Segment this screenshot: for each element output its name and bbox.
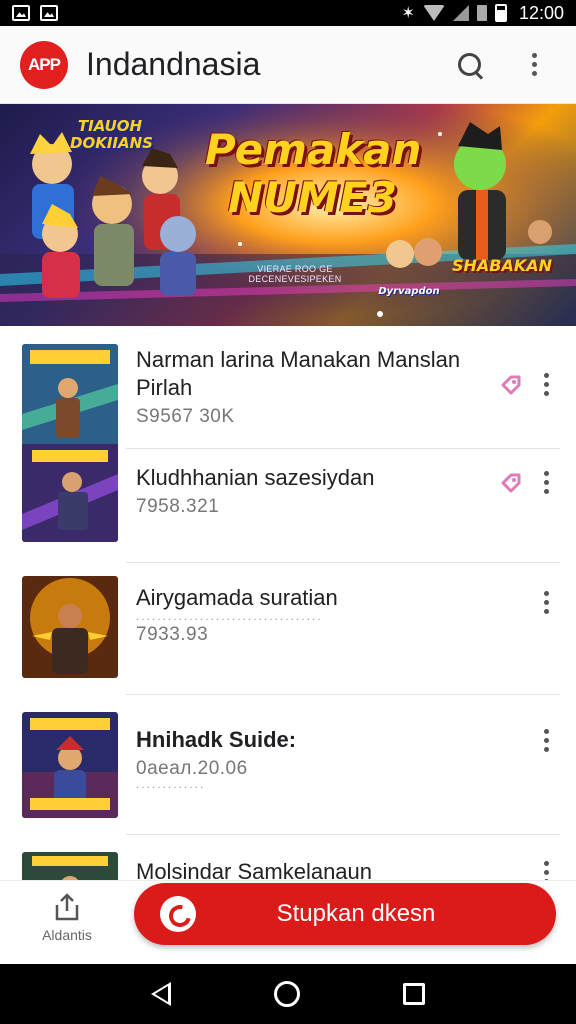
item-menu-button[interactable] <box>534 464 558 500</box>
divider <box>126 448 560 449</box>
app-title: Indandnasia <box>86 46 261 82</box>
battery-icon <box>494 4 507 22</box>
banner-logo-mid: Dyrvapdon <box>378 286 440 297</box>
signal-icon <box>452 5 469 21</box>
item-subtitle-placeholder: ................................... <box>136 609 323 623</box>
divider <box>126 562 560 563</box>
share-button[interactable]: Aldantis <box>22 891 112 957</box>
thumbnail-image <box>22 712 118 818</box>
back-icon[interactable] <box>151 982 172 1006</box>
overflow-menu-button[interactable] <box>512 43 556 87</box>
divider <box>126 834 560 835</box>
thumbnail-image <box>22 852 118 880</box>
more-vert-icon <box>531 53 537 76</box>
item-menu-button[interactable] <box>534 366 558 402</box>
status-time: 12:00 <box>518 2 564 23</box>
home-icon[interactable] <box>273 981 300 1007</box>
vibrate-icon: ✶ <box>401 5 415 22</box>
recent-apps-icon[interactable] <box>402 983 425 1005</box>
game-list: Narman larina Manakan Manslan Pirlah S95… <box>0 326 576 880</box>
banner-title-line1: Pemakan <box>205 125 422 174</box>
item-title: Hnihadk Suide: <box>136 727 297 752</box>
item-title: Molsindar Samkelanaun <box>136 859 373 880</box>
whatsapp-icon <box>160 896 196 932</box>
item-meta: 7933.93 <box>136 624 209 645</box>
primary-cta-button[interactable]: Stupkan dkesn <box>134 883 556 945</box>
share-label: Aldantis <box>42 927 92 943</box>
promo-banner[interactable]: TIAUOH DOKIIANS Pemakan NUME3 VIERAE ROO… <box>0 104 576 326</box>
status-bar: ✶ 12:00 <box>0 0 576 26</box>
tag-icon[interactable] <box>500 472 522 494</box>
banner-title-line2: NUME3 <box>228 173 397 222</box>
item-menu-button[interactable] <box>534 854 558 880</box>
banner-subtitle: VIERAE ROO GE DECENEVESIPEKEN <box>248 264 342 284</box>
item-menu-button[interactable] <box>534 722 558 758</box>
item-title: Narman larina Manakan Manslan Pirlah <box>136 347 461 400</box>
thumbnail-image <box>22 576 118 678</box>
photo-notification-icon <box>40 5 58 21</box>
item-meta: 7958.321 <box>136 496 220 517</box>
divider <box>126 694 560 695</box>
item-title: Airygamada suratian <box>136 585 338 610</box>
app-bar: APP Indandnasia <box>0 26 576 104</box>
gallery-notification-icon <box>12 5 30 21</box>
wifi-icon <box>422 5 445 21</box>
share-icon <box>55 893 79 921</box>
banner-title: Pemakan NUME3 <box>205 125 422 222</box>
bottom-action-bar: Aldantis Stupkan dkesn <box>0 880 576 964</box>
search-icon <box>458 52 482 77</box>
item-title: Kludhhanian sazesiydan <box>136 465 375 490</box>
item-subtitle-placeholder: ............. <box>136 777 206 791</box>
banner-logo-right: SHABAKAN <box>452 256 553 275</box>
app-logo[interactable]: APP <box>20 40 68 89</box>
sim-icon <box>476 5 487 21</box>
system-nav-bar <box>0 964 576 1024</box>
item-menu-button[interactable] <box>534 584 558 620</box>
item-meta: S9567 30K <box>136 406 235 427</box>
tag-icon[interactable] <box>500 374 522 396</box>
thumbnail-image <box>22 344 118 542</box>
search-button[interactable] <box>448 43 492 87</box>
banner-logo-left: TIAUOH DOKIIANS <box>70 117 153 152</box>
cta-label: Stupkan dkesn <box>276 900 436 927</box>
